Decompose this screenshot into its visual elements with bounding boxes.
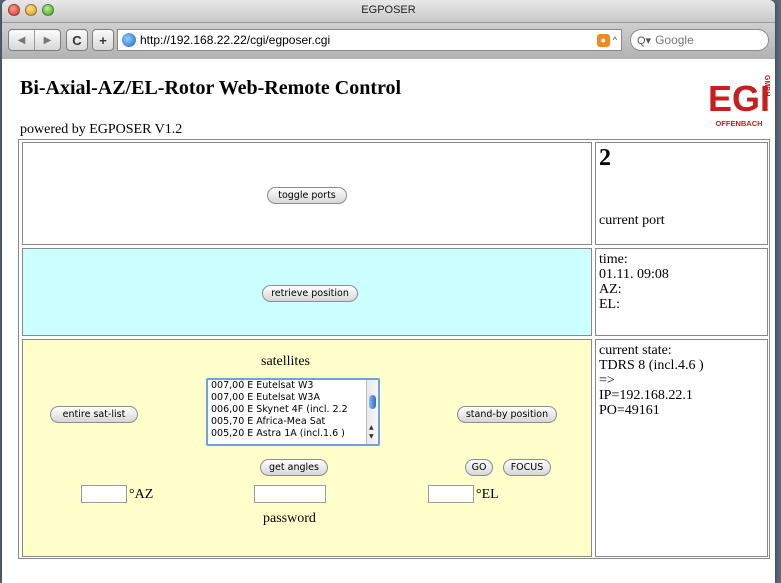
satellites-heading: satellites (261, 354, 310, 369)
satellite-cell: satellites entire sat-list 007,00 E Eute… (22, 339, 592, 557)
state-label: current state: (599, 343, 672, 358)
current-port-value: 2 (599, 145, 611, 171)
entire-sat-list-button[interactable]: entire sat-list (50, 406, 138, 423)
list-item[interactable]: 005,20 E Astra 1A (incl.1.6 ) (208, 428, 378, 440)
state-ip: IP=192.168.22.1 (599, 388, 693, 403)
position-info-cell: time: 01.11. 09:08 AZ: EL: (595, 248, 768, 336)
powered-by-text: powered by EGPOSER V1.2 (20, 122, 183, 137)
toggle-ports-button[interactable]: toggle ports (267, 187, 347, 204)
el-label: EL: (599, 297, 620, 312)
browser-window: EGPOSER ◀ ▶ C + http://192.168.22.22/cgi… (2, 0, 775, 583)
url-text[interactable]: http://192.168.22.22/cgi/egposer.cgi (140, 33, 597, 47)
reload-button[interactable]: C (66, 29, 88, 51)
title-bar: EGPOSER (2, 0, 775, 23)
list-item[interactable]: 005,70 E Africa-Mea Sat (208, 416, 378, 428)
add-bookmark-button[interactable]: + (92, 29, 114, 51)
el-input[interactable] (428, 485, 474, 503)
time-label: time: (599, 252, 628, 267)
back-forward-group: ◀ ▶ (8, 29, 61, 51)
reload-icon: C (72, 32, 82, 48)
get-angles-button[interactable]: get angles (260, 459, 328, 476)
stand-by-position-button[interactable]: stand-by position (457, 406, 557, 423)
password-label: password (263, 511, 316, 526)
page-content: Bi-Axial-AZ/EL-Rotor Web-Remote Control … (2, 59, 775, 583)
scrollbar-thumb[interactable] (369, 395, 376, 409)
browser-toolbar: ◀ ▶ C + http://192.168.22.22/cgi/egposer… (2, 23, 775, 60)
egis-logo: EGIS GMBH OFFENBACH (708, 71, 770, 129)
az-input-field[interactable] (82, 486, 126, 502)
control-table: toggle ports 2 current port retrieve pos… (18, 139, 770, 559)
current-state-cell: current state: TDRS 8 (incl.4.6 ) => IP=… (595, 339, 768, 557)
current-port-label: current port (599, 213, 665, 228)
search-icon[interactable]: Q▾ (637, 34, 651, 47)
position-cell: retrieve position (22, 248, 592, 336)
window-title: EGPOSER (361, 4, 416, 16)
password-field[interactable] (255, 486, 325, 502)
az-label: AZ: (599, 282, 622, 297)
list-item[interactable]: 007,00 E Eutelsat W3A (208, 392, 378, 404)
back-arrow-icon[interactable]: ◀ (9, 30, 34, 50)
logo-sub: GMBH (763, 75, 770, 96)
logo-city: OFFENBACH (715, 119, 762, 128)
globe-icon (122, 33, 136, 47)
plus-icon: + (99, 32, 107, 48)
retrieve-position-button[interactable]: retrieve position (262, 285, 358, 302)
search-placeholder: Google (655, 33, 694, 47)
page-title: Bi-Axial-AZ/EL-Rotor Web-Remote Control (20, 77, 402, 99)
logo-letters: EGIS (708, 78, 770, 119)
focus-button[interactable]: FOCUS (503, 459, 551, 476)
rss-dropdown-icon[interactable]: ^ (613, 35, 617, 45)
list-item[interactable]: 006,00 E Skynet 4F (incl. 2.2 (208, 404, 378, 416)
state-port: PO=49161 (599, 403, 660, 418)
rss-icon[interactable]: ● (596, 33, 610, 47)
scroll-down-icon[interactable]: ▼ (369, 433, 374, 440)
el-input-field[interactable] (429, 486, 473, 502)
state-arrow: => (599, 373, 615, 388)
password-input[interactable] (254, 485, 326, 503)
el-unit-label: °EL (476, 487, 499, 502)
listbox-scrollbar[interactable]: ▲ ▼ (366, 380, 378, 444)
forward-arrow-icon[interactable]: ▶ (34, 30, 60, 50)
go-button[interactable]: GO (465, 459, 493, 476)
scroll-up-icon[interactable]: ▲ (369, 424, 374, 431)
search-field[interactable]: Q▾ Google (630, 29, 769, 51)
current-port-cell: 2 current port (595, 142, 768, 245)
address-bar[interactable]: http://192.168.22.22/cgi/egposer.cgi ● ^ (117, 29, 622, 51)
time-value: 01.11. 09:08 (599, 267, 669, 282)
state-satellite: TDRS 8 (incl.4.6 ) (599, 358, 704, 373)
az-unit-label: °AZ (129, 487, 154, 502)
az-input[interactable] (81, 485, 127, 503)
list-item[interactable]: 007,00 E Eutelsat W3 (208, 380, 378, 392)
ports-cell: toggle ports (22, 142, 592, 245)
satellite-listbox[interactable]: 007,00 E Eutelsat W3 007,00 E Eutelsat W… (206, 378, 380, 446)
